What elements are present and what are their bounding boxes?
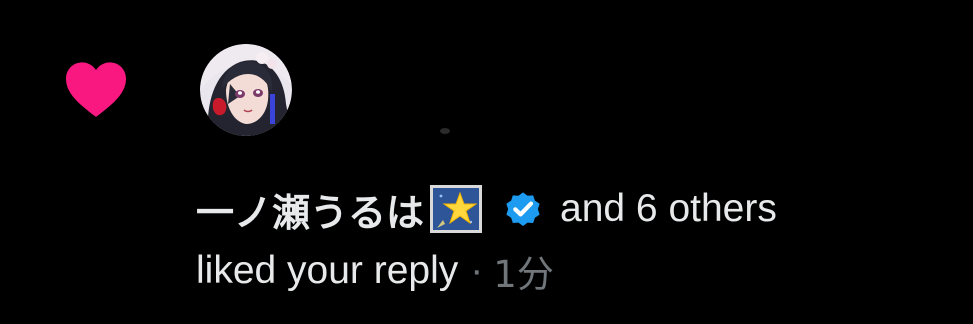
action-text: liked your reply xyxy=(196,249,459,292)
separator-dot: · xyxy=(470,249,484,292)
like-notification[interactable]: 一ノ瀬うるは and 6 others liked your reply · 1… xyxy=(0,0,973,324)
others-count: and 6 others xyxy=(560,187,777,230)
user-avatar[interactable] xyxy=(200,44,292,136)
verified-badge-icon xyxy=(506,192,540,226)
notification-headline: 一ノ瀬うるは and 6 others xyxy=(196,181,777,237)
avatar-illustration xyxy=(200,44,292,136)
notification-subline: liked your reply · 1分 xyxy=(196,244,554,298)
timestamp: 1分 xyxy=(493,253,554,296)
username[interactable]: 一ノ瀬うるは xyxy=(196,182,424,237)
decorative-dot xyxy=(440,128,450,134)
star-emoji xyxy=(430,185,483,233)
heart-icon xyxy=(66,62,126,117)
